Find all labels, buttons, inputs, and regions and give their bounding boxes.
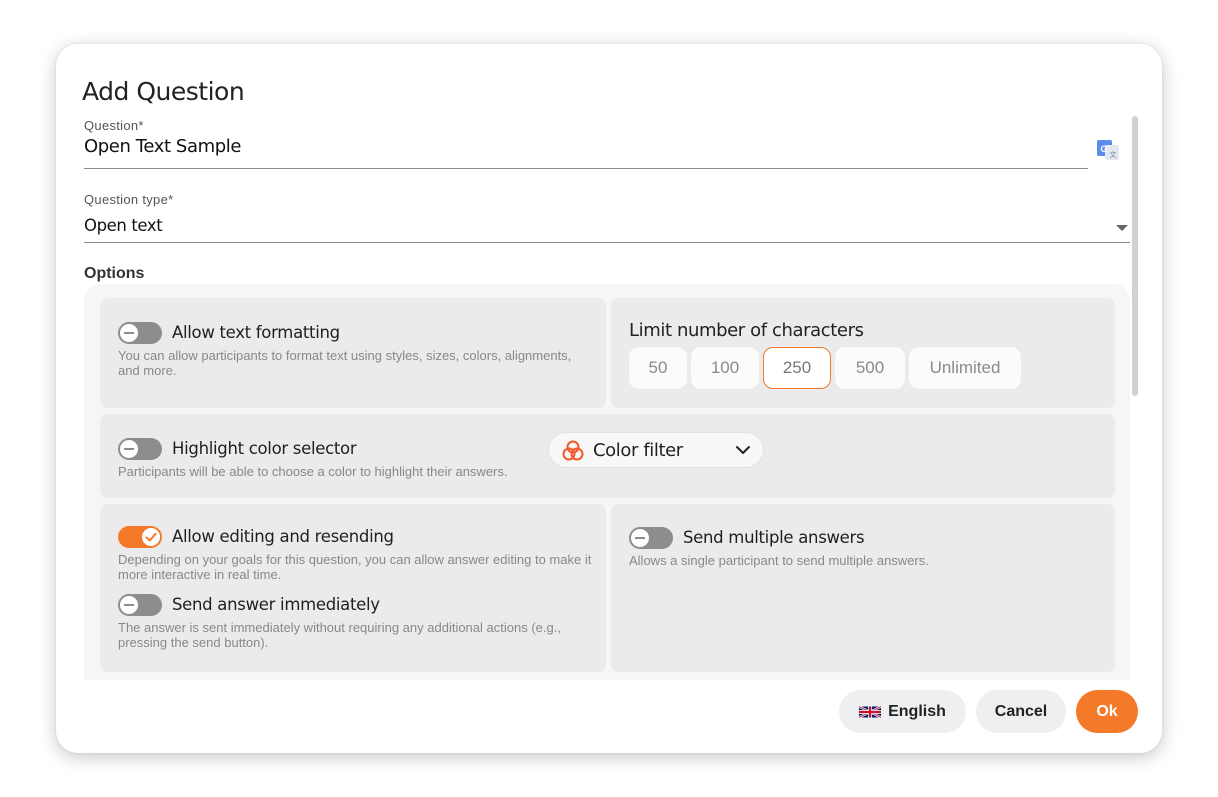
- multiple-answers-label: Send multiple answers: [683, 528, 865, 547]
- limit-characters-card: Limit number of characters 50 100 250 50…: [611, 298, 1115, 408]
- send-immediately-description: The answer is sent immediately without r…: [118, 620, 561, 650]
- cancel-button[interactable]: Cancel: [976, 690, 1066, 733]
- dialog-title: Add Question: [82, 77, 245, 106]
- limit-chip-100[interactable]: 100: [691, 347, 759, 389]
- editing-resending-description: Depending on your goals for this questio…: [118, 552, 592, 582]
- limit-chip-50[interactable]: 50: [629, 347, 687, 389]
- highlight-color-label: Highlight color selector: [172, 439, 357, 458]
- multiple-answers-description: Allows a single participant to send mult…: [629, 553, 929, 568]
- editing-resending-label: Allow editing and resending: [172, 527, 394, 546]
- options-panel: Allow text formatting You can allow part…: [84, 284, 1130, 680]
- limit-chip-unlimited[interactable]: Unlimited: [909, 347, 1021, 389]
- chevron-down-icon: [736, 446, 750, 454]
- color-filter-dropdown[interactable]: Color filter: [548, 432, 764, 468]
- question-type-underline: [84, 242, 1130, 243]
- highlight-color-toggle[interactable]: [118, 438, 162, 460]
- editing-resending-toggle[interactable]: [118, 526, 162, 548]
- send-immediately-toggle[interactable]: [118, 594, 162, 616]
- dropdown-arrow-icon[interactable]: [1116, 224, 1128, 232]
- add-question-dialog: Add Question Question* Open Text Sample …: [56, 44, 1162, 753]
- language-button[interactable]: English: [839, 690, 966, 733]
- question-input-underline: [84, 168, 1088, 169]
- translate-icon[interactable]: G 文: [1096, 138, 1120, 162]
- ok-button[interactable]: Ok: [1076, 690, 1138, 733]
- limit-characters-label: Limit number of characters: [629, 320, 864, 341]
- color-filter-label: Color filter: [593, 440, 683, 461]
- highlight-color-description: Participants will be able to choose a co…: [118, 464, 508, 479]
- limit-chip-250[interactable]: 250: [763, 347, 831, 389]
- scrollbar[interactable]: [1132, 116, 1138, 396]
- uk-flag-icon: [859, 705, 882, 718]
- color-filter-icon: [562, 440, 584, 461]
- multiple-answers-card: Send multiple answers Allows a single pa…: [611, 504, 1115, 672]
- question-input[interactable]: Open Text Sample: [84, 136, 241, 157]
- text-formatting-description: You can allow participants to format tex…: [118, 348, 572, 378]
- multiple-answers-toggle[interactable]: [629, 527, 673, 549]
- svg-text:G: G: [1101, 144, 1108, 154]
- limit-chip-500[interactable]: 500: [835, 347, 905, 389]
- svg-text:文: 文: [1110, 150, 1117, 159]
- checkmark-icon: [145, 532, 157, 542]
- send-immediately-label: Send answer immediately: [172, 595, 380, 614]
- language-label: English: [888, 702, 946, 720]
- options-heading: Options: [84, 265, 145, 282]
- text-formatting-label: Allow text formatting: [172, 323, 340, 342]
- editing-card: Allow editing and resending Depending on…: [100, 504, 606, 672]
- question-field-label: Question*: [84, 118, 144, 133]
- text-formatting-toggle[interactable]: [118, 322, 162, 344]
- question-type-label: Question type*: [84, 192, 174, 207]
- text-formatting-card: Allow text formatting You can allow part…: [100, 298, 606, 408]
- question-type-select[interactable]: Open text: [84, 216, 163, 235]
